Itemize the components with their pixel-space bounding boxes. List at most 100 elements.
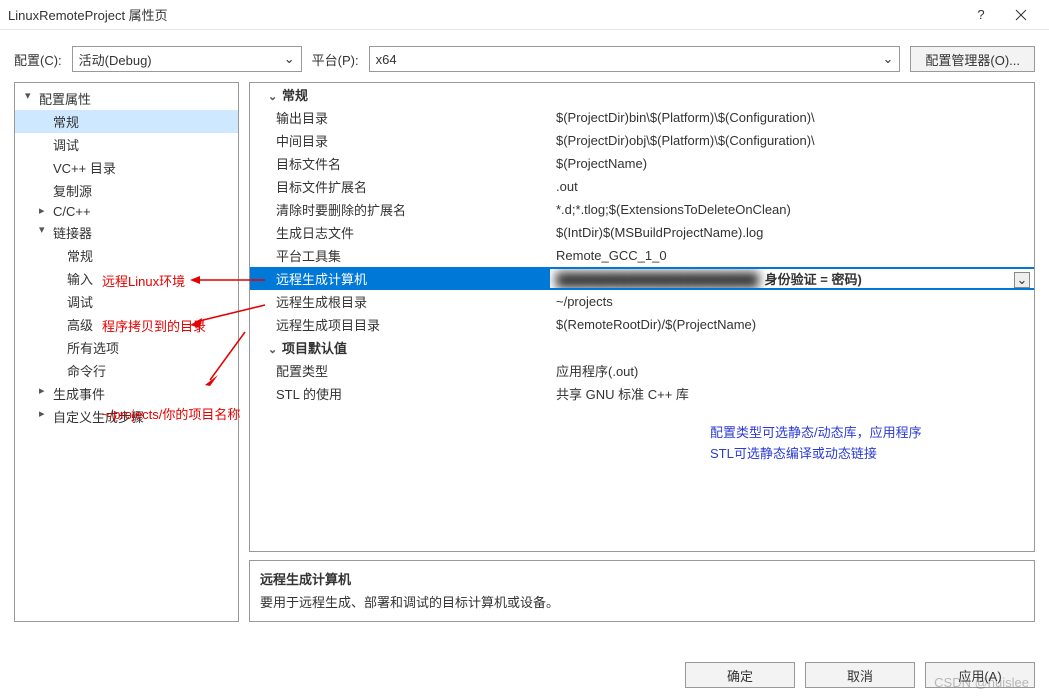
grid-row[interactable]: 目标文件名$(ProjectName) <box>250 152 1034 175</box>
property-name: 生成日志文件 <box>250 223 550 242</box>
chevron-down-icon: ⌄ <box>882 51 893 67</box>
property-name: 清除时要删除的扩展名 <box>250 200 550 219</box>
tree-item[interactable]: ▸ 自定义生成步骤 <box>15 405 238 428</box>
expand-icon: ▸ <box>39 204 45 217</box>
tree-item[interactable]: ▾ 配置属性 <box>15 87 238 110</box>
tree-item[interactable]: 高级 <box>15 313 238 336</box>
expand-icon: ▾ <box>25 89 31 102</box>
config-label: 配置(C): <box>14 50 62 69</box>
config-toolbar: 配置(C): 活动(Debug) ⌄ 平台(P): x64 ⌄ 配置管理器(O)… <box>0 30 1049 82</box>
auth-suffix: 身份验证 = 密码) <box>765 272 862 287</box>
tree-item[interactable]: 常规 <box>15 244 238 267</box>
ok-button[interactable]: 确定 <box>685 662 795 688</box>
description-title: 远程生成计算机 <box>260 569 1024 588</box>
property-name: STL 的使用 <box>250 384 550 403</box>
property-name: 远程生成根目录 <box>250 292 550 311</box>
property-value[interactable]: $(RemoteRootDir)/$(ProjectName) <box>550 317 1034 332</box>
tree-item[interactable]: 调试 <box>15 133 238 156</box>
grid-row[interactable]: 远程生成根目录~/projects <box>250 290 1034 313</box>
property-name: 配置类型 <box>250 361 550 380</box>
chevron-down-icon: ⌄ <box>284 51 295 67</box>
grid-group: ⌄常规 <box>250 83 1034 106</box>
tree-item-label: 调试 <box>67 295 93 310</box>
collapse-icon: ⌄ <box>268 343 282 356</box>
expand-icon: ▾ <box>39 223 45 236</box>
help-button[interactable]: ? <box>961 0 1001 30</box>
tree-item[interactable]: ▸ C/C++ <box>15 202 238 221</box>
platform-combo[interactable]: x64 ⌄ <box>369 46 901 72</box>
tree-item[interactable]: ▾ 链接器 <box>15 221 238 244</box>
property-value[interactable]: $(ProjectDir)obj\$(Platform)\$(Configura… <box>550 133 1034 148</box>
tree-item[interactable]: 所有选项 <box>15 336 238 359</box>
tree-item[interactable]: 输入 <box>15 267 238 290</box>
masked-value: ██████████████████████ <box>556 272 759 287</box>
tree-item-label: 配置属性 <box>39 92 91 107</box>
dropdown-icon[interactable]: ⌄ <box>1014 272 1030 288</box>
property-name: 输出目录 <box>250 108 550 127</box>
grid-row[interactable]: 目标文件扩展名.out <box>250 175 1034 198</box>
config-value: 活动(Debug) <box>79 50 152 69</box>
category-tree[interactable]: ▾配置属性常规调试VC++ 目录复制源▸C/C++▾链接器常规输入调试高级所有选… <box>14 82 239 622</box>
tree-item-label: 复制源 <box>53 184 92 199</box>
tree-item[interactable]: ▸ 生成事件 <box>15 382 238 405</box>
platform-label: 平台(P): <box>312 50 359 69</box>
property-name: 远程生成计算机 <box>250 269 550 288</box>
grid-row[interactable]: 远程生成项目目录$(RemoteRootDir)/$(ProjectName) <box>250 313 1034 336</box>
tree-item-label: 常规 <box>53 115 79 130</box>
tree-item-label: 命令行 <box>67 364 106 379</box>
description-body: 要用于远程生成、部署和调试的目标计算机或设备。 <box>260 592 1024 611</box>
property-name: 远程生成项目目录 <box>250 315 550 334</box>
property-value[interactable]: 应用程序(.out) <box>550 361 1034 380</box>
property-value[interactable]: $(IntDir)$(MSBuildProjectName).log <box>550 225 1034 240</box>
grid-row[interactable]: 生成日志文件$(IntDir)$(MSBuildProjectName).log <box>250 221 1034 244</box>
property-value[interactable]: ~/projects <box>550 294 1034 309</box>
grid-row[interactable]: 中间目录$(ProjectDir)obj\$(Platform)\$(Confi… <box>250 129 1034 152</box>
tree-item-label: 高级 <box>67 318 93 333</box>
tree-item[interactable]: 常规 <box>15 110 238 133</box>
tree-item-label: VC++ 目录 <box>53 161 116 176</box>
grid-row[interactable]: 配置类型应用程序(.out) <box>250 359 1034 382</box>
tree-item[interactable]: 调试 <box>15 290 238 313</box>
grid-row[interactable]: STL 的使用共享 GNU 标准 C++ 库 <box>250 382 1034 405</box>
property-value[interactable]: 共享 GNU 标准 C++ 库 <box>550 384 1034 403</box>
dialog-footer: 确定 取消 应用(A) <box>685 662 1035 688</box>
tree-item-label: 生成事件 <box>53 387 105 402</box>
tree-item-label: C/C++ <box>53 204 91 219</box>
tree-item-label: 所有选项 <box>67 341 119 356</box>
close-button[interactable] <box>1001 0 1041 30</box>
property-value[interactable]: $(ProjectDir)bin\$(Platform)\$(Configura… <box>550 110 1034 125</box>
grid-row[interactable]: 输出目录$(ProjectDir)bin\$(Platform)\$(Confi… <box>250 106 1034 129</box>
expand-icon: ▸ <box>39 407 45 420</box>
tree-item-label: 链接器 <box>53 226 92 241</box>
tree-item[interactable]: 复制源 <box>15 179 238 202</box>
tree-item-label: 输入 <box>67 272 93 287</box>
tree-item[interactable]: 命令行 <box>15 359 238 382</box>
config-manager-button[interactable]: 配置管理器(O)... <box>910 46 1035 72</box>
grid-row[interactable]: 远程生成计算机 ██████████████████████ 身份验证 = 密码) ⌄ <box>250 267 1034 290</box>
description-panel: 远程生成计算机 要用于远程生成、部署和调试的目标计算机或设备。 <box>249 560 1035 622</box>
tree-item-label: 自定义生成步骤 <box>53 410 144 425</box>
property-value[interactable]: $(ProjectName) <box>550 156 1034 171</box>
property-grid[interactable]: ⌄常规输出目录$(ProjectDir)bin\$(Platform)\$(Co… <box>249 82 1035 552</box>
property-name: 目标文件名 <box>250 154 550 173</box>
advisory-note: 配置类型可选静态/动态库，应用程序 STL可选静态编译或动态链接 <box>710 423 922 465</box>
property-name: ⌄常规 <box>250 85 550 104</box>
collapse-icon: ⌄ <box>268 90 282 103</box>
platform-value: x64 <box>376 52 397 67</box>
tree-item-label: 调试 <box>53 138 79 153</box>
grid-row[interactable]: 清除时要删除的扩展名*.d;*.tlog;$(ExtensionsToDelet… <box>250 198 1034 221</box>
grid-group: ⌄项目默认值 <box>250 336 1034 359</box>
window-title: LinuxRemoteProject 属性页 <box>8 5 961 24</box>
apply-button[interactable]: 应用(A) <box>925 662 1035 688</box>
property-value[interactable]: ██████████████████████ 身份验证 = 密码) ⌄ <box>550 269 1034 288</box>
config-combo[interactable]: 活动(Debug) ⌄ <box>72 46 302 72</box>
property-value[interactable]: *.d;*.tlog;$(ExtensionsToDeleteOnClean) <box>550 202 1034 217</box>
grid-row[interactable]: 平台工具集Remote_GCC_1_0 <box>250 244 1034 267</box>
property-value[interactable]: Remote_GCC_1_0 <box>550 248 1034 263</box>
tree-item[interactable]: VC++ 目录 <box>15 156 238 179</box>
property-name: 目标文件扩展名 <box>250 177 550 196</box>
cancel-button[interactable]: 取消 <box>805 662 915 688</box>
expand-icon: ▸ <box>39 384 45 397</box>
property-value[interactable]: .out <box>550 179 1034 194</box>
property-name: ⌄项目默认值 <box>250 338 550 357</box>
